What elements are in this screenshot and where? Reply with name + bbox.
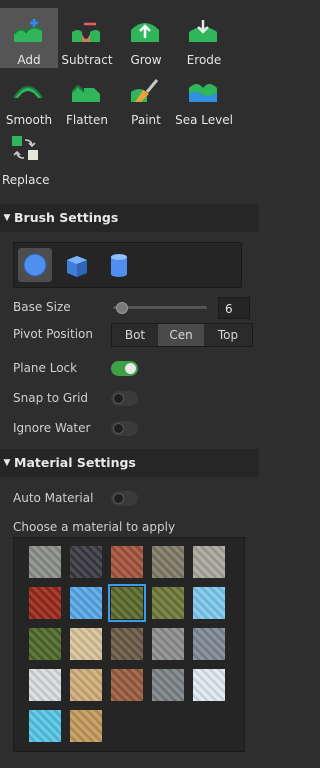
plane-lock-label: Plane Lock bbox=[13, 361, 78, 375]
material-brick[interactable] bbox=[111, 546, 143, 578]
material-water[interactable] bbox=[29, 710, 61, 742]
auto-material-label: Auto Material bbox=[13, 491, 94, 505]
tool-sea-level[interactable]: Sea Level bbox=[175, 68, 233, 128]
plane-lock-toggle[interactable] bbox=[111, 361, 138, 376]
chevron-down-icon: ▼ bbox=[3, 458, 11, 468]
ignore-water-label: Ignore Water bbox=[13, 421, 91, 435]
chevron-down-icon: ▼ bbox=[3, 213, 11, 223]
smooth-terrain-icon bbox=[13, 86, 43, 99]
material-pavement[interactable] bbox=[152, 628, 184, 660]
cylinder-shape-button[interactable] bbox=[102, 248, 136, 282]
toggle-knob bbox=[125, 363, 136, 374]
auto-material-toggle[interactable] bbox=[111, 491, 138, 506]
subtract-terrain-icon bbox=[72, 22, 100, 42]
tool-label: Smooth bbox=[5, 113, 53, 127]
material-asphalt[interactable] bbox=[29, 546, 61, 578]
tool-flatten[interactable]: Flatten bbox=[58, 68, 116, 128]
cube-shape-icon bbox=[67, 256, 87, 277]
sea-level-icon bbox=[189, 84, 217, 102]
material-ground[interactable] bbox=[152, 587, 184, 619]
material-slate[interactable] bbox=[152, 669, 184, 701]
material-basalt[interactable] bbox=[70, 546, 102, 578]
tool-label: Grow bbox=[130, 53, 162, 67]
base-size-input[interactable]: 6 bbox=[218, 297, 250, 319]
toggle-knob bbox=[113, 393, 124, 404]
ignore-water-toggle[interactable] bbox=[111, 421, 138, 436]
snap-to-grid-toggle[interactable] bbox=[111, 391, 138, 406]
toggle-knob bbox=[113, 493, 124, 504]
material-rock[interactable] bbox=[193, 628, 225, 660]
cylinder-shape-icon bbox=[111, 254, 127, 277]
material-cracked-lava[interactable] bbox=[29, 587, 61, 619]
material-sand[interactable] bbox=[70, 669, 102, 701]
snap-to-grid-label: Snap to Grid bbox=[13, 391, 89, 405]
material-glacier[interactable] bbox=[70, 587, 102, 619]
base-size-label: Base Size bbox=[13, 300, 71, 314]
pivot-position-selector: Bot Cen Top bbox=[111, 323, 253, 347]
material-snow[interactable] bbox=[193, 669, 225, 701]
tool-add[interactable]: Add bbox=[0, 8, 58, 68]
material-concrete[interactable] bbox=[193, 546, 225, 578]
pivot-option-bot[interactable]: Bot bbox=[112, 324, 158, 346]
tool-label: Add bbox=[17, 53, 41, 67]
material-sandstone[interactable] bbox=[111, 669, 143, 701]
base-size-slider[interactable] bbox=[113, 302, 207, 314]
erode-terrain-icon bbox=[189, 20, 217, 42]
material-salt[interactable] bbox=[29, 669, 61, 701]
tool-grow[interactable]: Grow bbox=[117, 8, 175, 68]
slider-thumb[interactable] bbox=[115, 302, 128, 314]
pivot-position-label: Pivot Position bbox=[13, 327, 93, 341]
choose-material-label: Choose a material to apply bbox=[13, 520, 176, 534]
material-cobblestone[interactable] bbox=[152, 546, 184, 578]
tool-label: Sea Level bbox=[175, 113, 233, 127]
tool-label: Subtract bbox=[61, 53, 113, 67]
material-leafy-grass[interactable] bbox=[29, 628, 61, 660]
toggle-knob bbox=[113, 423, 124, 434]
material-mud[interactable] bbox=[111, 628, 143, 660]
tool-erode[interactable]: Erode bbox=[175, 8, 233, 68]
tool-label: Replace bbox=[2, 173, 50, 187]
tool-label: Erode bbox=[186, 53, 222, 67]
flatten-terrain-icon bbox=[71, 84, 100, 102]
material-grass[interactable] bbox=[108, 584, 146, 622]
brush-shape-selector bbox=[13, 242, 242, 288]
section-title: Material Settings bbox=[14, 455, 136, 470]
material-grid bbox=[13, 537, 245, 752]
tool-smooth[interactable]: Smooth bbox=[0, 68, 58, 128]
tool-replace[interactable]: Replace bbox=[0, 128, 58, 188]
cube-shape-button[interactable] bbox=[60, 248, 94, 282]
paint-terrain-icon bbox=[131, 79, 159, 102]
section-title: Brush Settings bbox=[14, 210, 119, 225]
sphere-shape-button[interactable] bbox=[18, 248, 52, 282]
brush-settings-header[interactable]: ▼ Brush Settings bbox=[0, 204, 259, 232]
material-wood-planks[interactable] bbox=[70, 710, 102, 742]
material-settings-header[interactable]: ▼ Material Settings bbox=[0, 449, 259, 477]
grow-terrain-icon bbox=[131, 23, 159, 42]
tool-subtract[interactable]: Subtract bbox=[58, 8, 116, 68]
tool-label: Flatten bbox=[66, 113, 108, 127]
sphere-shape-icon bbox=[23, 253, 47, 277]
add-terrain-icon bbox=[13, 19, 43, 42]
pivot-option-cen[interactable]: Cen bbox=[158, 324, 204, 346]
tool-label: Paint bbox=[131, 113, 161, 127]
tool-paint[interactable]: Paint bbox=[117, 68, 175, 128]
material-ice[interactable] bbox=[193, 587, 225, 619]
pivot-option-top[interactable]: Top bbox=[205, 324, 251, 346]
replace-terrain-icon bbox=[12, 136, 38, 160]
material-limestone[interactable] bbox=[70, 628, 102, 660]
